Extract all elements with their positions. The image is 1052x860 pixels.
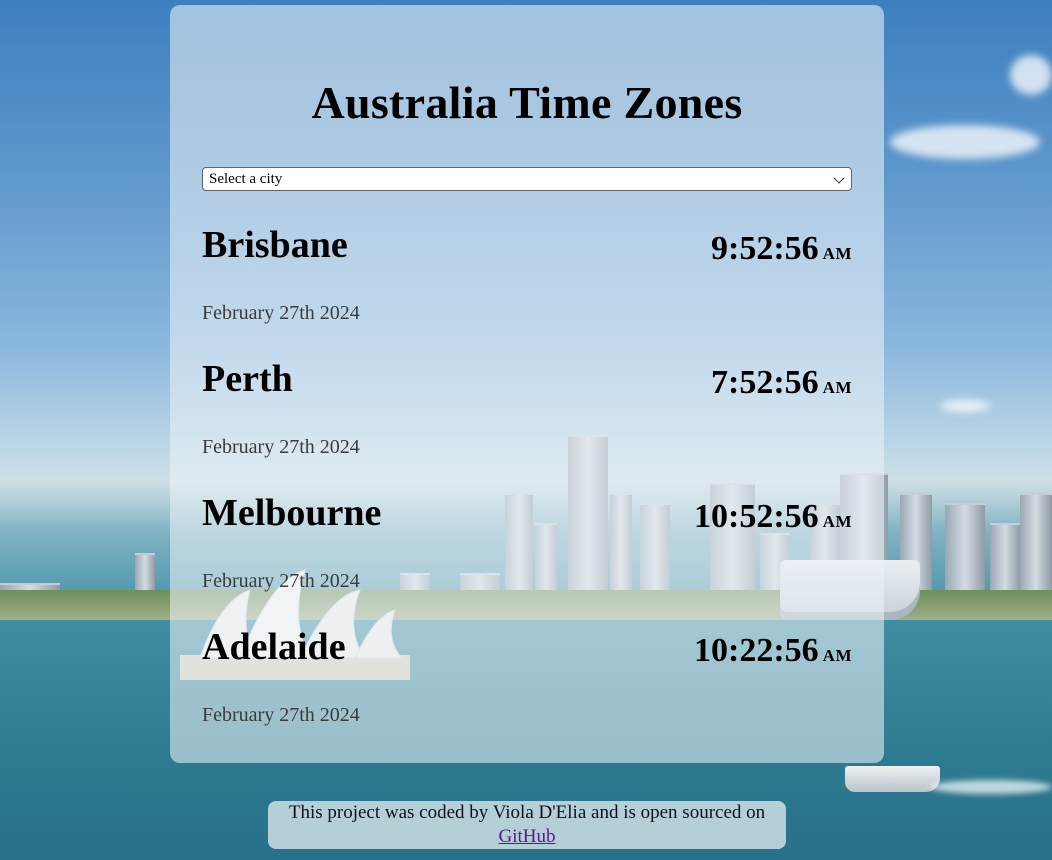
github-link[interactable]: GitHub: [499, 826, 556, 847]
cloud: [1010, 55, 1052, 95]
time-value: 10:52:56: [694, 498, 819, 535]
city-row-adelaide: Adelaide 10:22:56 AM February 27th 2024: [202, 593, 852, 727]
time-ampm: AM: [822, 244, 852, 263]
city-time: 10:52:56 AM: [694, 497, 852, 542]
city-date: February 27th 2024: [202, 704, 360, 726]
city-date: February 27th 2024: [202, 302, 360, 324]
city-date: February 27th 2024: [202, 570, 360, 592]
time-value: 7:52:56: [711, 364, 819, 401]
time-value: 9:52:56: [711, 230, 819, 267]
city-date: February 27th 2024: [202, 436, 360, 458]
city-name: Perth: [202, 358, 293, 400]
page-title: Australia Time Zones: [311, 77, 743, 128]
city-name: Adelaide: [202, 626, 346, 668]
time-ampm: AM: [822, 378, 852, 397]
city-name: Melbourne: [202, 492, 382, 534]
time-value: 10:22:56: [694, 632, 819, 669]
time-zones-card: Australia Time Zones Select a city Brisb…: [170, 5, 884, 763]
footer-credits: This project was coded by Viola D'Elia a…: [268, 801, 786, 849]
time-ampm: AM: [822, 512, 852, 531]
city-select[interactable]: Select a city: [202, 167, 852, 191]
city-select-value: Select a city: [209, 171, 283, 187]
city-row-brisbane: Brisbane 9:52:56 AM February 27th 2024: [202, 191, 852, 325]
time-ampm: AM: [822, 646, 852, 665]
city-name: Brisbane: [202, 224, 348, 266]
city-time: 7:52:56 AM: [711, 363, 852, 408]
city-row-perth: Perth 7:52:56 AM February 27th 2024: [202, 325, 852, 459]
city-time: 9:52:56 AM: [711, 229, 852, 274]
cloud: [890, 125, 1040, 159]
footer-text: This project was coded by Viola D'Elia a…: [288, 802, 766, 823]
city-row-melbourne: Melbourne 10:52:56 AM February 27th 2024: [202, 459, 852, 593]
chevron-down-icon: [833, 172, 845, 184]
boat: [845, 766, 940, 792]
boat-wake: [930, 780, 1052, 794]
cloud: [940, 400, 990, 412]
city-time: 10:22:56 AM: [694, 631, 852, 676]
